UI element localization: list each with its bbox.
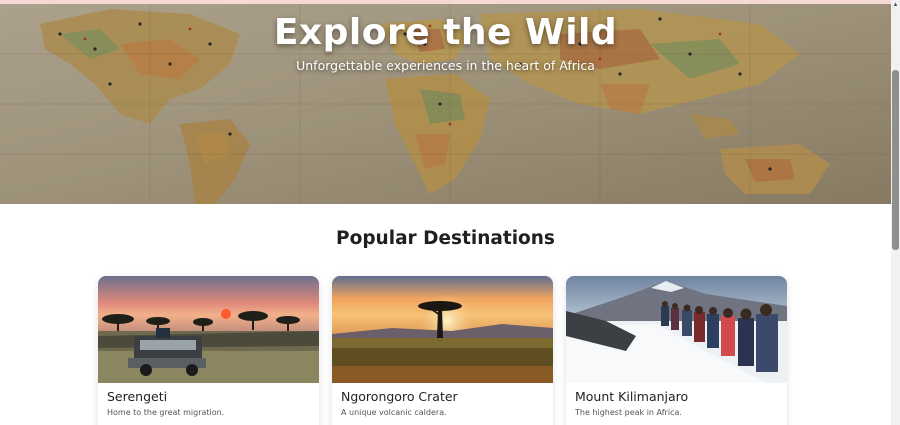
destination-description: A unique volcanic caldera. [341,408,447,417]
acacia-sunset-image [332,276,553,383]
hero-banner: Explore the Wild Unforgettable experienc… [0,4,891,204]
hero-subtitle: Unforgettable experiences in the heart o… [296,58,595,73]
safari-sunset-image [98,276,319,383]
scroll-up-arrow-icon[interactable]: ▲ [891,0,900,10]
hero-title: Explore the Wild [273,12,618,53]
destination-card-ngorongoro[interactable]: Ngorongoro Crater A unique volcanic cald… [332,276,553,425]
destination-description: The highest peak in Africa. [575,408,682,417]
destination-card-kilimanjaro[interactable]: Mount Kilimanjaro The highest peak in Af… [566,276,787,425]
destination-name: Mount Kilimanjaro [575,389,689,404]
mountain-hikers-image [566,276,787,383]
destinations-grid: Serengeti Home to the great migration. N… [98,276,788,425]
destination-name: Serengeti [107,389,168,404]
scrollbar-thumb[interactable] [892,70,899,250]
destination-card-serengeti[interactable]: Serengeti Home to the great migration. [98,276,319,425]
section-title: Popular Destinations [336,228,555,249]
destination-name: Ngorongoro Crater [341,389,458,404]
destination-description: Home to the great migration. [107,408,225,417]
vertical-scrollbar[interactable]: ▲ [891,0,900,425]
